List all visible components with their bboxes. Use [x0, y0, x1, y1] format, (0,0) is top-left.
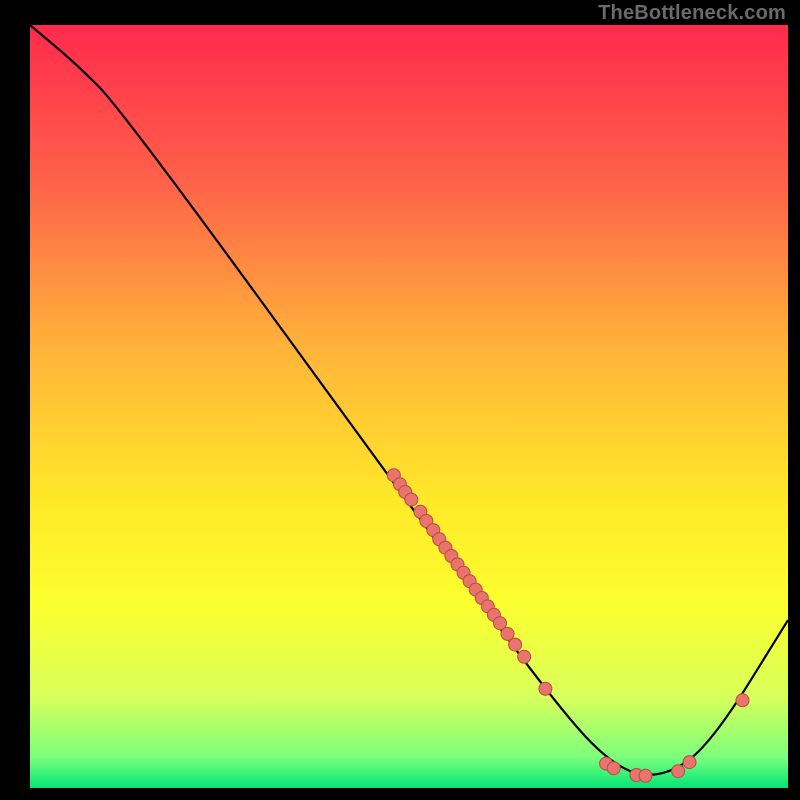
chart-container: { "attribution": "TheBottleneck.com", "c…	[0, 0, 800, 800]
data-dot	[639, 769, 652, 782]
data-dot	[518, 650, 531, 663]
data-dot	[405, 493, 418, 506]
data-dot	[539, 682, 552, 695]
data-dot	[672, 765, 685, 778]
bottleneck-chart	[0, 0, 800, 800]
data-dot	[607, 762, 620, 775]
data-dot	[736, 694, 749, 707]
data-dot	[683, 756, 696, 769]
attribution-label: TheBottleneck.com	[598, 2, 786, 25]
plot-background	[30, 25, 788, 788]
data-dot	[509, 638, 522, 651]
